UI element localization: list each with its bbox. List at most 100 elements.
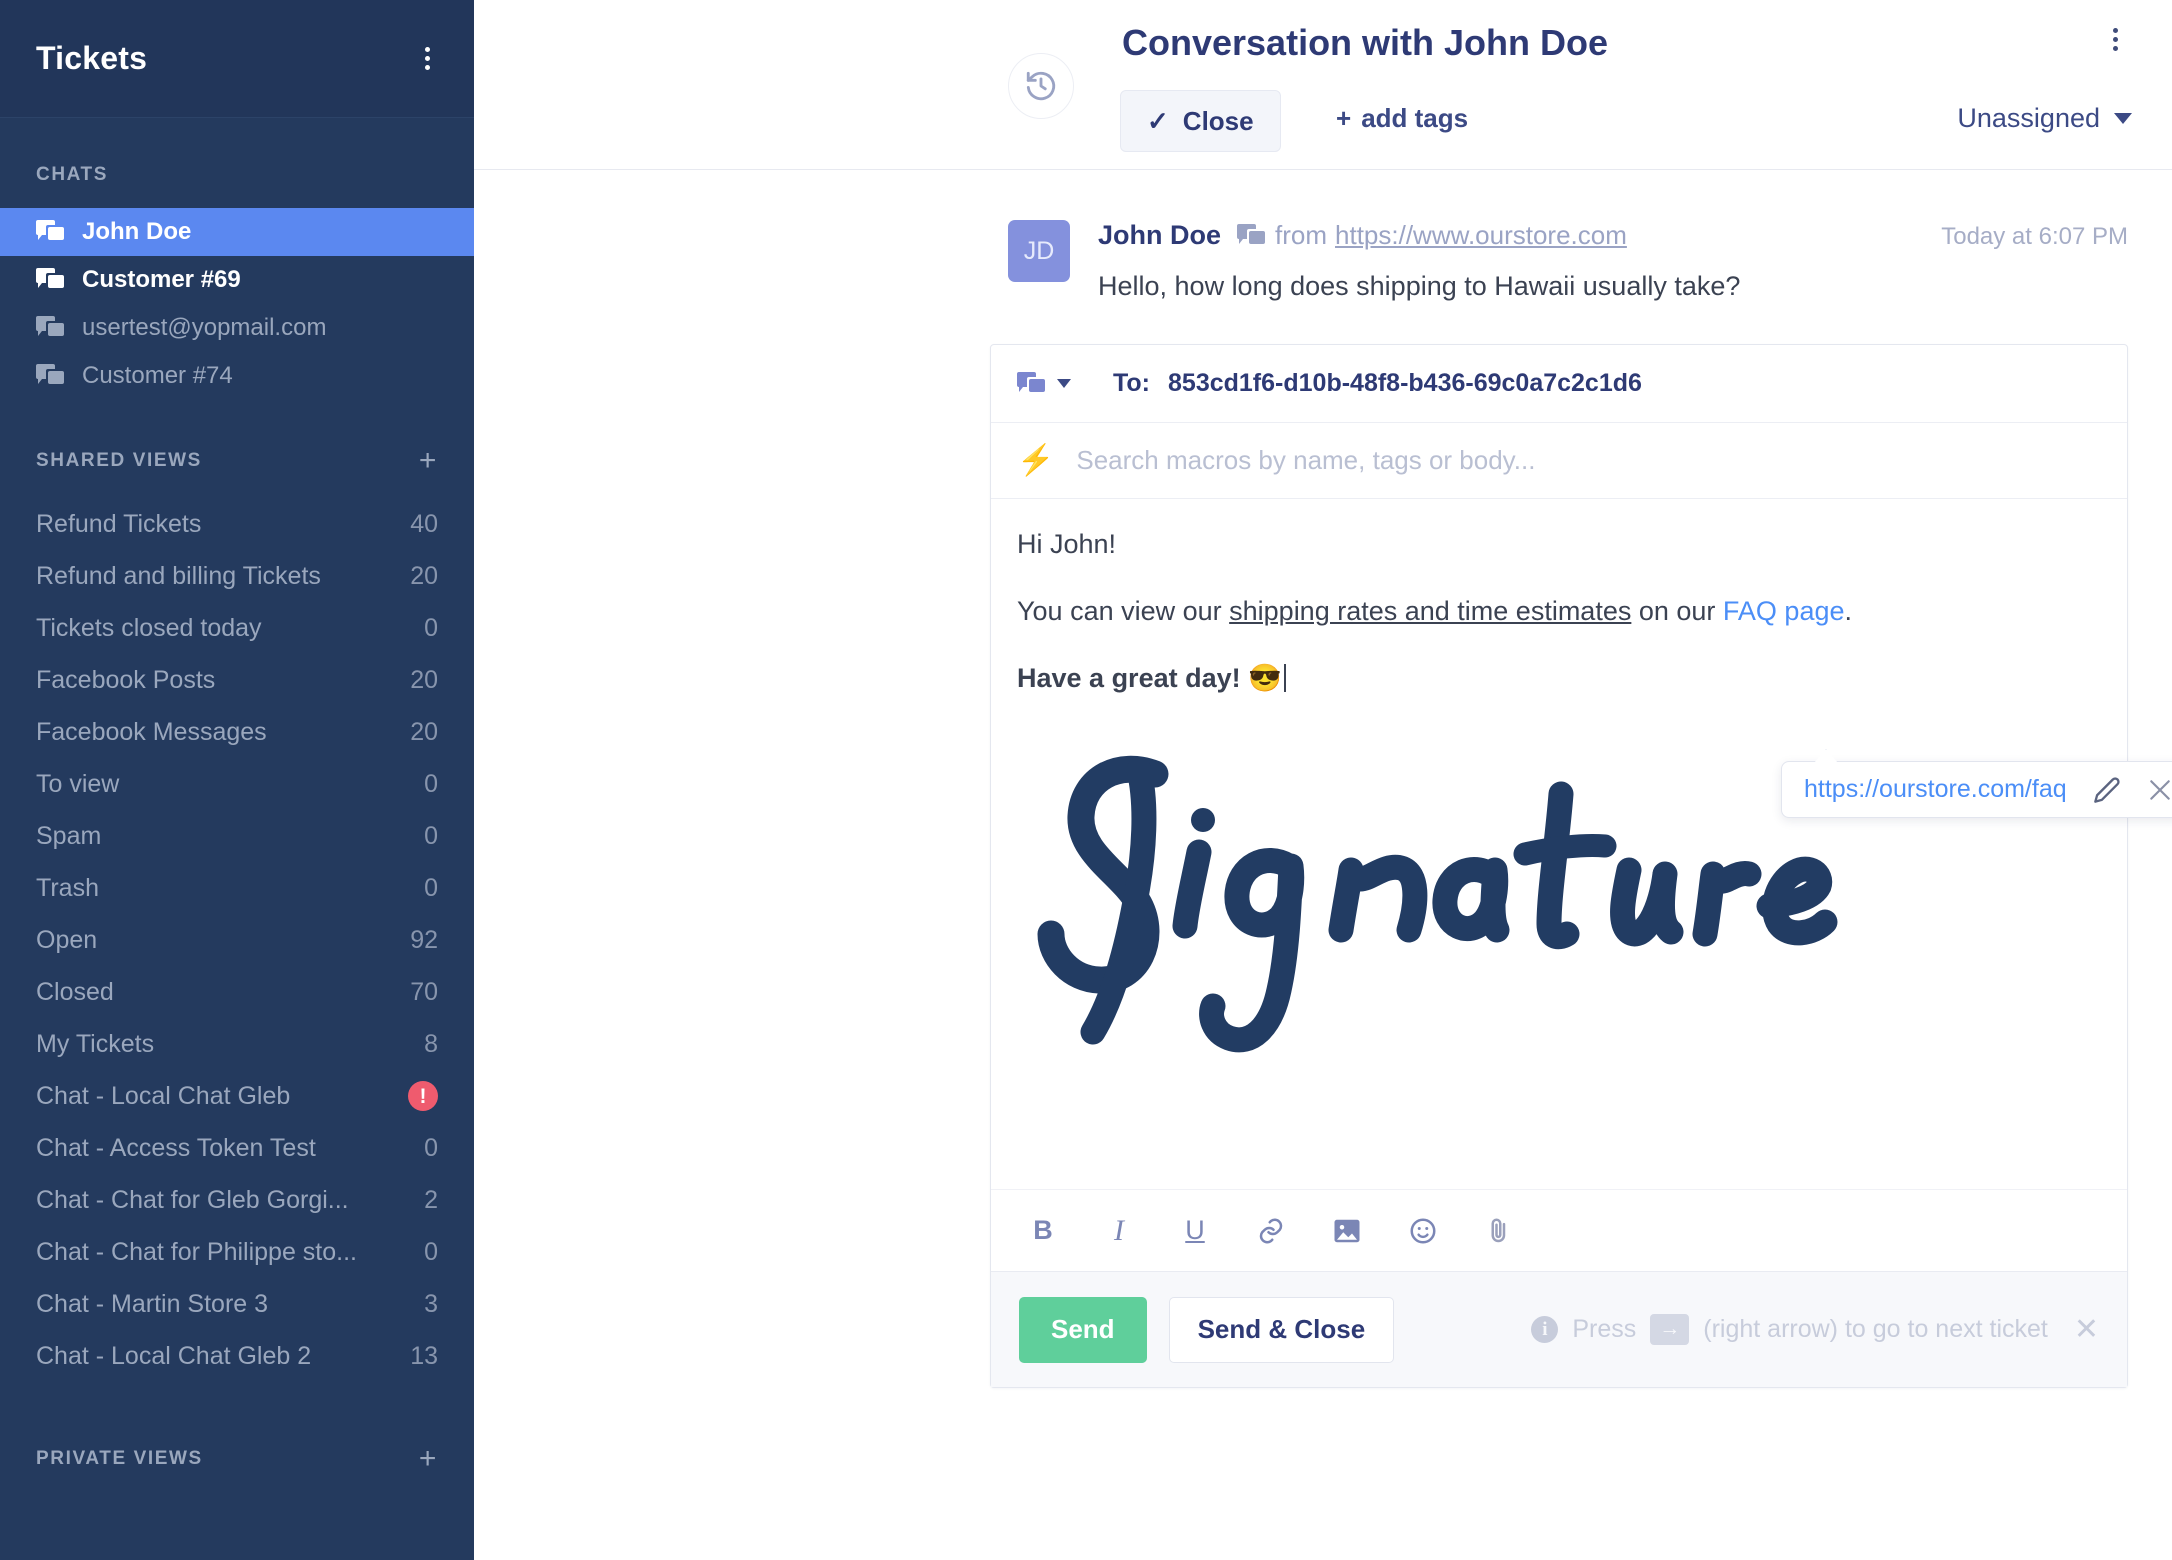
sidebar-chat-label: usertest@yopmail.com <box>82 314 327 341</box>
view-count: 0 <box>424 873 438 902</box>
editor-line-signoff: Have a great day! 😎 <box>1017 663 2101 694</box>
view-label: Refund and billing Tickets <box>36 561 321 590</box>
send-and-close-button[interactable]: Send & Close <box>1168 1296 1395 1363</box>
view-label: To view <box>36 769 120 798</box>
signature-svg <box>1037 756 1838 1053</box>
composer-to-row: To: 853cd1f6-d10b-48f8-b436-69c0a7c2c1d6 <box>991 345 2127 423</box>
image-button[interactable] <box>1327 1211 1367 1251</box>
dismiss-hint-icon[interactable]: ✕ <box>2074 1314 2099 1345</box>
view-label: Trash <box>36 873 99 902</box>
view-count: 0 <box>424 1237 438 1266</box>
link-url-value[interactable]: https://ourstore.com/faq <box>1804 775 2067 804</box>
editor-text-post: . <box>1844 596 1853 627</box>
view-label: Facebook Posts <box>36 665 216 694</box>
sidebar-view-open[interactable]: Open 92 <box>0 914 474 966</box>
view-label: Chat - Martin Store 3 <box>36 1289 269 1318</box>
shipping-rates-link[interactable]: shipping rates and time estimates <box>1229 596 1631 626</box>
view-label: Tickets closed today <box>36 613 262 642</box>
sidebar-chat-usertest[interactable]: usertest@yopmail.com <box>0 304 474 352</box>
add-shared-view-icon[interactable]: + <box>419 446 438 476</box>
sidebar-overflow-menu-icon[interactable] <box>415 41 440 76</box>
composer-editor[interactable]: Hi John! You can view our shipping rates… <box>991 499 2172 1189</box>
view-label: My Tickets <box>36 1029 155 1058</box>
attachment-button[interactable] <box>1479 1211 1519 1251</box>
view-label: Chat - Local Chat Gleb <box>36 1081 291 1110</box>
close-button-label: Close <box>1182 105 1254 136</box>
add-tags-button[interactable]: + add tags <box>1336 103 1468 134</box>
send-button[interactable]: Send <box>1019 1296 1147 1363</box>
private-views-label: PRIVATE VIEWS <box>36 1448 203 1469</box>
view-label: Chat - Local Chat Gleb 2 <box>36 1341 312 1370</box>
assignee-dropdown[interactable]: Unassigned <box>1957 103 2132 134</box>
sidebar-view-chat-local-chat-gleb[interactable]: Chat - Local Chat Gleb ! <box>0 1070 474 1122</box>
italic-button[interactable]: I <box>1099 1211 1139 1251</box>
underline-button[interactable]: U <box>1175 1211 1215 1251</box>
view-label: Closed <box>36 977 114 1006</box>
ticket-overflow-menu-icon[interactable] <box>2103 22 2128 57</box>
view-count: 0 <box>424 769 438 798</box>
keyboard-hint: i Press → (right arrow) to go to next ti… <box>1531 1314 2099 1345</box>
emoji-icon <box>1410 1218 1436 1243</box>
view-count: 2 <box>424 1185 438 1214</box>
editor-line-links: You can view our shipping rates and time… <box>1017 596 2101 627</box>
emoji-button[interactable] <box>1403 1211 1443 1251</box>
view-label: Open <box>36 925 98 954</box>
sidebar-view-chat-for-gleb-gorgi[interactable]: Chat - Chat for Gleb Gorgi... 2 <box>0 1174 474 1226</box>
sidebar-view-chat-martin-store-3[interactable]: Chat - Martin Store 3 3 <box>0 1278 474 1330</box>
to-recipient-value[interactable]: 853cd1f6-d10b-48f8-b436-69c0a7c2c1d6 <box>1168 369 1642 398</box>
message-timestamp: Today at 6:07 PM <box>1941 223 2128 250</box>
sidebar-view-closed[interactable]: Closed 70 <box>0 966 474 1018</box>
view-label: Spam <box>36 821 102 850</box>
sidebar-view-spam[interactable]: Spam 0 <box>0 810 474 862</box>
history-button[interactable] <box>1008 53 1074 119</box>
sidebar-view-refund-tickets[interactable]: Refund Tickets 40 <box>0 498 474 550</box>
chat-bubble-icon <box>36 364 64 388</box>
sidebar-view-facebook-messages[interactable]: Facebook Messages 20 <box>0 706 474 758</box>
view-label: Facebook Messages <box>36 717 267 746</box>
message-source-label: from <box>1275 220 1328 250</box>
macro-search-input[interactable] <box>1076 445 2101 476</box>
bold-button[interactable]: B <box>1023 1211 1063 1251</box>
arrow-key-cap: → <box>1650 1314 1690 1345</box>
editor-signoff-text: Have a great day! 😎 <box>1017 663 1282 694</box>
view-count: 20 <box>410 665 438 694</box>
shared-views-section-label: SHARED VIEWS + <box>0 400 474 498</box>
chat-bubble-icon <box>36 268 64 292</box>
sidebar-view-tickets-closed-today[interactable]: Tickets closed today 0 <box>0 602 474 654</box>
message-source-link[interactable]: https://www.ourstore.com <box>1335 220 1627 250</box>
message-item: JD John Doe from https://www.ourstore.co… <box>474 170 2172 302</box>
sidebar-view-trash[interactable]: Trash 0 <box>0 862 474 914</box>
app-root: Tickets CHATS John Doe Customer #69 user… <box>0 0 2172 1560</box>
reply-composer: To: 853cd1f6-d10b-48f8-b436-69c0a7c2c1d6… <box>990 344 2172 1388</box>
view-count: 40 <box>410 509 438 538</box>
close-icon[interactable] <box>2147 777 2172 803</box>
channel-selector[interactable] <box>1017 371 1071 396</box>
sidebar-chat-customer-74[interactable]: Customer #74 <box>0 352 474 400</box>
sidebar-view-to-view[interactable]: To view 0 <box>0 758 474 810</box>
chats-section-label: CHATS <box>0 118 474 208</box>
sidebar-chat-john-doe[interactable]: John Doe <box>0 208 474 256</box>
sidebar-view-chat-local-chat-gleb-2[interactable]: Chat - Local Chat Gleb 2 13 <box>0 1330 474 1382</box>
formatting-toolbar: B I U <box>991 1189 2127 1271</box>
sidebar-view-chat-access-token-test[interactable]: Chat - Access Token Test 0 <box>0 1122 474 1174</box>
close-ticket-button[interactable]: ✓ Close <box>1120 90 1281 152</box>
sidebar-view-my-tickets[interactable]: My Tickets 8 <box>0 1018 474 1070</box>
sidebar-view-chat-for-philippe-store[interactable]: Chat - Chat for Philippe sto... 0 <box>0 1226 474 1278</box>
view-count: 13 <box>410 1341 438 1370</box>
alert-badge-icon: ! <box>408 1081 438 1111</box>
editor-text-mid: on our <box>1631 596 1723 627</box>
view-count: 0 <box>424 1133 438 1162</box>
chevron-down-icon <box>2114 113 2132 124</box>
add-private-view-icon[interactable]: + <box>419 1444 438 1474</box>
sidebar-chat-customer-69[interactable]: Customer #69 <box>0 256 474 304</box>
sidebar-view-refund-and-billing-tickets[interactable]: Refund and billing Tickets 20 <box>0 550 474 602</box>
view-count: 0 <box>424 613 438 642</box>
chat-bubble-icon <box>1237 224 1266 248</box>
pencil-icon[interactable] <box>2093 776 2121 804</box>
composer-macros-row: ⚡ <box>991 423 2127 499</box>
faq-page-link[interactable]: FAQ page <box>1723 596 1845 626</box>
link-button[interactable] <box>1251 1211 1291 1251</box>
sidebar-view-facebook-posts[interactable]: Facebook Posts 20 <box>0 654 474 706</box>
shared-views-label: SHARED VIEWS <box>36 450 202 471</box>
